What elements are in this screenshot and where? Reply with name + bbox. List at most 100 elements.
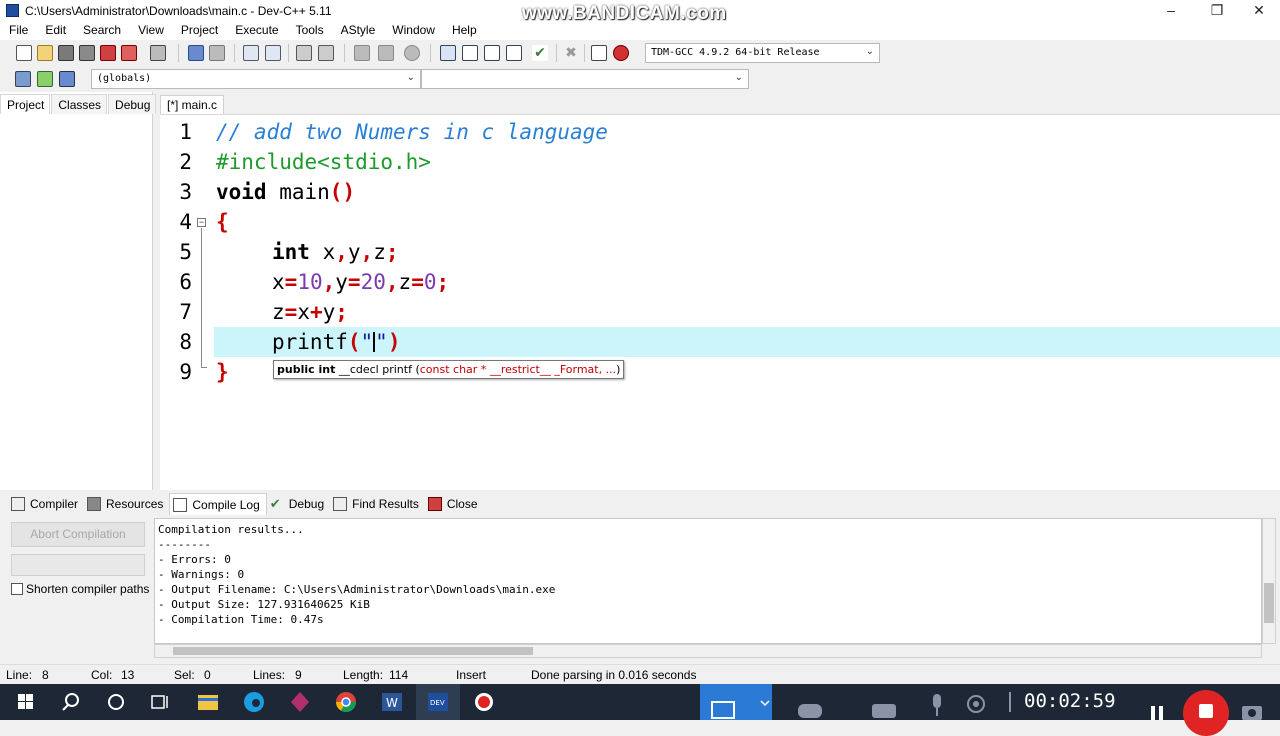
menu-project[interactable]: Project xyxy=(172,22,226,40)
profile-icon[interactable] xyxy=(613,45,629,61)
toggle-comment-icon[interactable] xyxy=(404,45,420,61)
scroll-thumb[interactable] xyxy=(1264,583,1274,623)
status-message: Done parsing in 0.016 seconds xyxy=(531,668,697,682)
webcam-button[interactable] xyxy=(956,684,1000,720)
unindent-icon[interactable] xyxy=(354,45,370,61)
screenshot-button[interactable] xyxy=(1236,684,1266,720)
tab-compile-log[interactable]: Compile Log xyxy=(169,493,267,515)
class-browser-icon[interactable] xyxy=(15,71,31,87)
microphone-icon xyxy=(933,694,941,716)
chart-icon[interactable] xyxy=(591,45,607,61)
goto-line-icon[interactable] xyxy=(296,45,312,61)
layout-icon[interactable] xyxy=(484,45,500,61)
tab-find-results[interactable]: Find Results xyxy=(330,493,425,515)
log-vertical-scrollbar[interactable] xyxy=(1262,518,1276,644)
code-line-7: z=x+y; xyxy=(272,300,348,324)
microphone-button[interactable] xyxy=(926,684,948,720)
menu-view[interactable]: View xyxy=(129,22,172,40)
shorten-paths-checkbox[interactable] xyxy=(11,583,23,595)
close-window-button[interactable]: ✕ xyxy=(1236,0,1280,22)
windows-taskbar: W DEV 00:02:59 xyxy=(0,684,1280,720)
menu-file[interactable]: File xyxy=(0,22,36,40)
pause-icon xyxy=(1151,706,1163,720)
start-button[interactable] xyxy=(0,684,50,720)
menu-help[interactable]: Help xyxy=(443,22,485,40)
menu-astyle[interactable]: AStyle xyxy=(332,22,384,40)
line-number: 7 xyxy=(179,300,192,324)
find-icon[interactable] xyxy=(243,45,259,61)
task-view-button[interactable] xyxy=(138,684,182,720)
menu-window[interactable]: Window xyxy=(383,22,443,40)
member-select[interactable]: ⌄ xyxy=(421,69,749,89)
tab-project[interactable]: Project xyxy=(0,94,51,114)
restore-button[interactable]: ❐ xyxy=(1194,0,1240,22)
menu-execute[interactable]: Execute xyxy=(226,22,286,40)
scroll-thumb[interactable] xyxy=(173,647,533,655)
log-horizontal-scrollbar[interactable] xyxy=(154,644,1262,658)
tab-resources[interactable]: Resources xyxy=(84,493,169,515)
close-icon xyxy=(427,497,442,511)
grid-icon[interactable] xyxy=(506,45,522,61)
app-button[interactable] xyxy=(278,684,322,720)
bandicam-button[interactable] xyxy=(462,684,506,720)
cortana-icon xyxy=(108,694,124,710)
chrome-button[interactable] xyxy=(324,684,368,720)
file-explorer-button[interactable] xyxy=(186,684,230,720)
log-line: - Errors: 0 xyxy=(158,553,231,566)
new-project-icon[interactable] xyxy=(440,45,456,61)
game-record-button[interactable] xyxy=(790,684,830,720)
word-button[interactable]: W xyxy=(370,684,414,720)
print-icon[interactable] xyxy=(150,45,166,61)
search-button[interactable] xyxy=(50,684,94,720)
chevron-down-icon: ⌄ xyxy=(406,72,415,83)
redo-icon[interactable] xyxy=(209,45,225,61)
status-lines-label: Lines: xyxy=(253,668,286,682)
code-editor[interactable]: 1 2 3 4 5 6 7 8 9 − // add two Numers in… xyxy=(160,114,1280,490)
compiler-select[interactable]: TDM-GCC 4.9.2 64-bit Release ⌄ xyxy=(645,43,880,63)
new-file-icon[interactable] xyxy=(16,45,32,61)
code-line-4: { xyxy=(216,210,229,234)
window-list-icon[interactable] xyxy=(462,45,478,61)
save-all-icon[interactable] xyxy=(79,45,95,61)
fold-toggle-icon[interactable]: − xyxy=(197,218,206,227)
edge-icon xyxy=(244,692,264,712)
tab-debug-output[interactable]: ✔ Debug xyxy=(267,493,330,515)
devcpp-button[interactable]: DEV xyxy=(416,684,460,720)
capture-dropdown[interactable] xyxy=(758,684,772,720)
menu-edit[interactable]: Edit xyxy=(36,22,74,40)
compile-log-output[interactable]: Compilation results... -------- - Errors: … xyxy=(154,518,1262,644)
hdmi-icon xyxy=(872,704,896,718)
stop-icon[interactable]: ✖ xyxy=(563,45,579,61)
tab-close[interactable]: Close xyxy=(425,493,484,515)
goto-declaration-icon[interactable] xyxy=(37,71,53,87)
menu-search[interactable]: Search xyxy=(74,22,129,40)
replace-icon[interactable] xyxy=(265,45,281,61)
pause-recording-button[interactable] xyxy=(1144,684,1170,720)
indent-icon[interactable] xyxy=(378,45,394,61)
menu-tools[interactable]: Tools xyxy=(287,22,332,40)
abort-compilation-button[interactable]: Abort Compilation xyxy=(11,522,145,547)
tab-debug[interactable]: Debug xyxy=(108,94,157,114)
stop-recording-button[interactable] xyxy=(1183,690,1229,736)
open-file-icon[interactable] xyxy=(37,45,53,61)
cortana-button[interactable] xyxy=(94,684,138,720)
scope-select[interactable]: (globals) ⌄ xyxy=(91,69,421,89)
log-line: - Warnings: 0 xyxy=(158,568,245,581)
undo-icon[interactable] xyxy=(188,45,204,61)
screen-capture-button[interactable] xyxy=(700,684,758,720)
compile-check-icon[interactable]: ✔ xyxy=(532,45,548,61)
tab-main-c[interactable]: [*] main.c xyxy=(160,95,225,114)
tab-compiler[interactable]: Compiler xyxy=(8,493,84,515)
close-file-icon[interactable] xyxy=(100,45,116,61)
goto-definition-icon[interactable] xyxy=(59,71,75,87)
minimize-button[interactable]: – xyxy=(1148,0,1194,22)
hdmi-record-button[interactable] xyxy=(862,684,906,720)
tab-classes[interactable]: Classes xyxy=(51,94,108,114)
edge-button[interactable] xyxy=(232,684,276,720)
code-line-1: // add two Numers in c language xyxy=(216,120,608,144)
scope-select-value: (globals) xyxy=(97,73,152,84)
bookmark-icon[interactable] xyxy=(318,45,334,61)
status-sel-label: Sel: xyxy=(174,668,195,682)
close-all-icon[interactable] xyxy=(121,45,137,61)
save-icon[interactable] xyxy=(58,45,74,61)
